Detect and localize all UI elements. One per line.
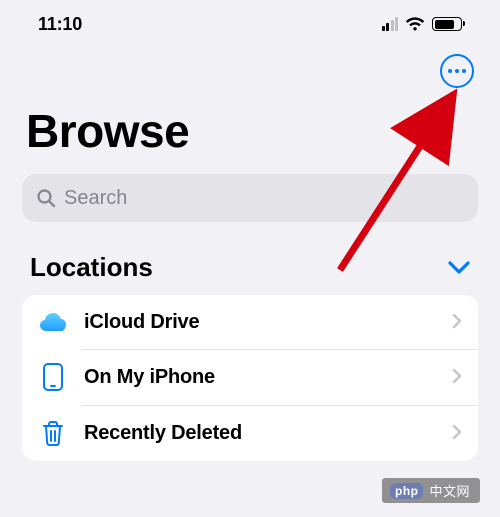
status-time: 11:10 [38,14,82,35]
chevron-down-icon [448,261,470,275]
page-title: Browse [0,94,500,174]
locations-title: Locations [30,252,153,283]
status-bar: 11:10 [0,0,500,44]
wifi-icon [405,17,425,32]
phone-icon [38,363,68,391]
location-row-icloud-drive[interactable]: iCloud Drive [22,295,478,349]
location-label: iCloud Drive [84,311,436,334]
cloud-icon [38,311,68,333]
toolbar [0,44,500,94]
trash-icon [38,419,68,447]
watermark-text: 中文网 [429,481,470,500]
chevron-right-icon [452,420,462,446]
battery-icon [432,17,462,31]
location-row-recently-deleted[interactable]: Recently Deleted [22,405,478,461]
watermark-brand: php [390,483,424,499]
status-icons [382,17,463,32]
cellular-icon [382,17,399,31]
locations-header[interactable]: Locations [0,222,500,295]
search-field[interactable] [22,174,478,222]
location-label: On My iPhone [84,366,436,389]
chevron-right-icon [452,364,462,390]
watermark: php 中文网 [382,478,480,503]
location-row-on-my-iphone[interactable]: On My iPhone [22,349,478,405]
search-input[interactable] [64,187,464,210]
location-label: Recently Deleted [84,422,436,445]
search-icon [36,188,56,208]
chevron-right-icon [452,309,462,335]
more-options-button[interactable] [440,54,474,88]
locations-list: iCloud Drive On My iPhone Recently Delet… [22,295,478,461]
